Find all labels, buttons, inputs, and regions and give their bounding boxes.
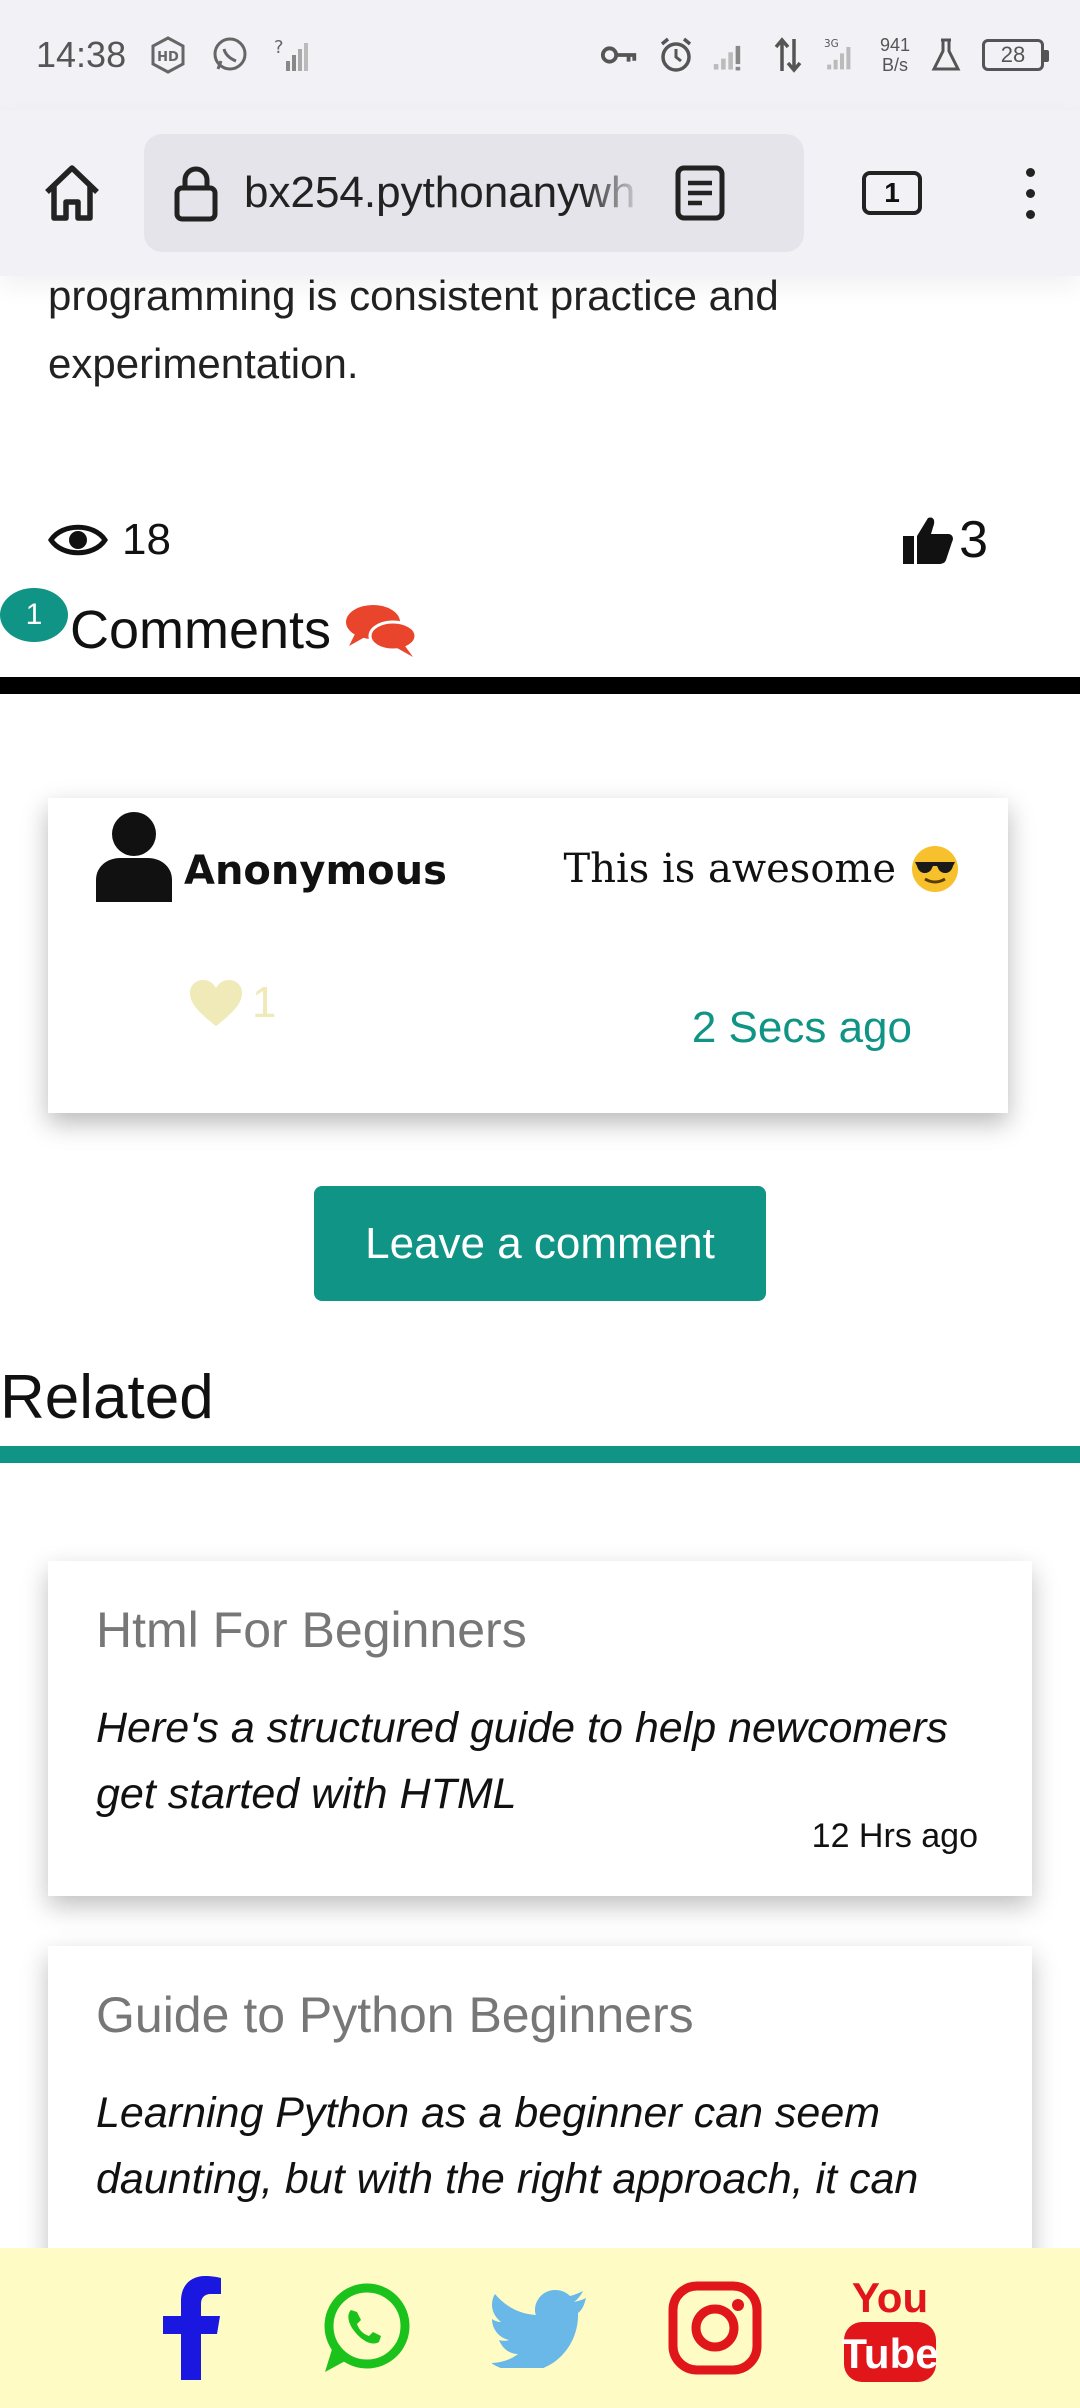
svg-text:You: You: [852, 2274, 928, 2321]
comment-like-button[interactable]: 1: [188, 978, 276, 1028]
heart-icon: [190, 980, 242, 1026]
section-divider: [0, 677, 1080, 694]
views-counter: 18: [48, 515, 171, 565]
hd-icon: HD: [148, 35, 188, 75]
net-speed-value: 941: [879, 35, 910, 55]
facebook-icon: [163, 2276, 221, 2380]
chat-bubbles-icon: [346, 605, 418, 657]
svg-text:?: ?: [274, 37, 284, 58]
related-card-excerpt: Learning Python as a beginner can seem d…: [96, 2089, 919, 2203]
social-footer: You Tube: [0, 2248, 1080, 2408]
signal-3g-icon: 3G: [824, 35, 864, 75]
overflow-menu-button[interactable]: [1010, 167, 1050, 219]
svg-text:HD: HD: [157, 50, 179, 65]
lock-icon: [174, 166, 218, 222]
home-icon: [45, 165, 99, 221]
browser-toolbar: bx254.pythonanywh 1: [0, 110, 1080, 276]
menu-dot: [1025, 188, 1035, 198]
comment-author-name: Anonymous: [184, 848, 447, 894]
eye-icon: [48, 524, 108, 556]
status-bar: 14:38 HD ? 3G 941 B/s 28: [0, 0, 1080, 110]
related-card-time: 12 Hrs ago: [811, 1817, 978, 1855]
related-title: Related: [0, 1363, 214, 1432]
thumbs-up-icon: [903, 517, 954, 564]
battery-indicator: 28: [982, 39, 1049, 71]
data-transfer-icon: [768, 35, 808, 75]
leave-comment-button[interactable]: Leave a comment: [314, 1186, 766, 1301]
related-card-title[interactable]: Html For Beginners: [96, 1601, 984, 1659]
instagram-icon: [668, 2281, 762, 2375]
net-speed: 941 B/s: [880, 35, 910, 75]
instagram-link[interactable]: [660, 2268, 770, 2388]
svg-text:Tube: Tube: [842, 2330, 938, 2377]
status-time: 14:38: [36, 34, 127, 75]
network-type-label: 3G: [824, 38, 839, 50]
comment-card: Anonymous This is awesome 1 2 Secs ago: [48, 798, 1008, 1113]
address-bar[interactable]: bx254.pythonanywh: [144, 134, 804, 252]
sunglasses-emoji-icon: [912, 846, 958, 892]
home-button[interactable]: [30, 151, 114, 235]
whatsapp-link[interactable]: [310, 2268, 420, 2388]
article-stats: 18 3: [48, 505, 988, 575]
comments-header: 1 Comments: [0, 588, 1080, 670]
facebook-link[interactable]: [135, 2268, 245, 2388]
likes-count: 3: [959, 511, 988, 569]
youtube-link[interactable]: You Tube: [835, 2268, 945, 2388]
related-card-title[interactable]: Guide to Python Beginners: [96, 1986, 984, 2044]
flask-icon: [926, 35, 966, 75]
tab-switcher-button[interactable]: 1: [862, 171, 922, 215]
avatar-icon: [96, 812, 172, 902]
related-divider: [0, 1446, 1080, 1463]
like-button[interactable]: 3: [901, 510, 988, 570]
article-text-tail: programming is consistent practice and e…: [48, 272, 779, 387]
comment-likes-count: 1: [252, 978, 277, 1027]
related-card[interactable]: Html For Beginners Here's a structured g…: [48, 1561, 1032, 1896]
alarm-icon: [656, 35, 696, 75]
reader-mode-icon[interactable]: [674, 164, 726, 222]
comment-text: This is awesome: [564, 844, 960, 894]
comment-body: This is awesome: [563, 846, 896, 892]
whatsapp-icon: [324, 2283, 410, 2372]
related-card-excerpt: Here's a structured guide to help newcom…: [96, 1704, 948, 1818]
signal-unknown-icon: ?: [272, 35, 312, 75]
vpn-key-icon: [600, 35, 640, 75]
views-count: 18: [122, 515, 171, 564]
signal-1-icon: [712, 35, 752, 75]
twitter-icon: [492, 2290, 586, 2368]
menu-dot: [1025, 167, 1035, 177]
comment-time: 2 Secs ago: [691, 1003, 912, 1052]
twitter-link[interactable]: [485, 2268, 595, 2388]
comment-author: Anonymous: [94, 810, 447, 906]
youtube-icon: You Tube: [842, 2274, 938, 2382]
menu-dot: [1025, 209, 1035, 219]
comments-title: Comments: [70, 600, 332, 660]
comment-count-badge: 1: [0, 588, 68, 642]
whatsapp-status-icon: [210, 35, 250, 75]
url-text[interactable]: bx254.pythonanywh: [244, 168, 644, 218]
net-speed-unit: B/s: [881, 55, 908, 75]
